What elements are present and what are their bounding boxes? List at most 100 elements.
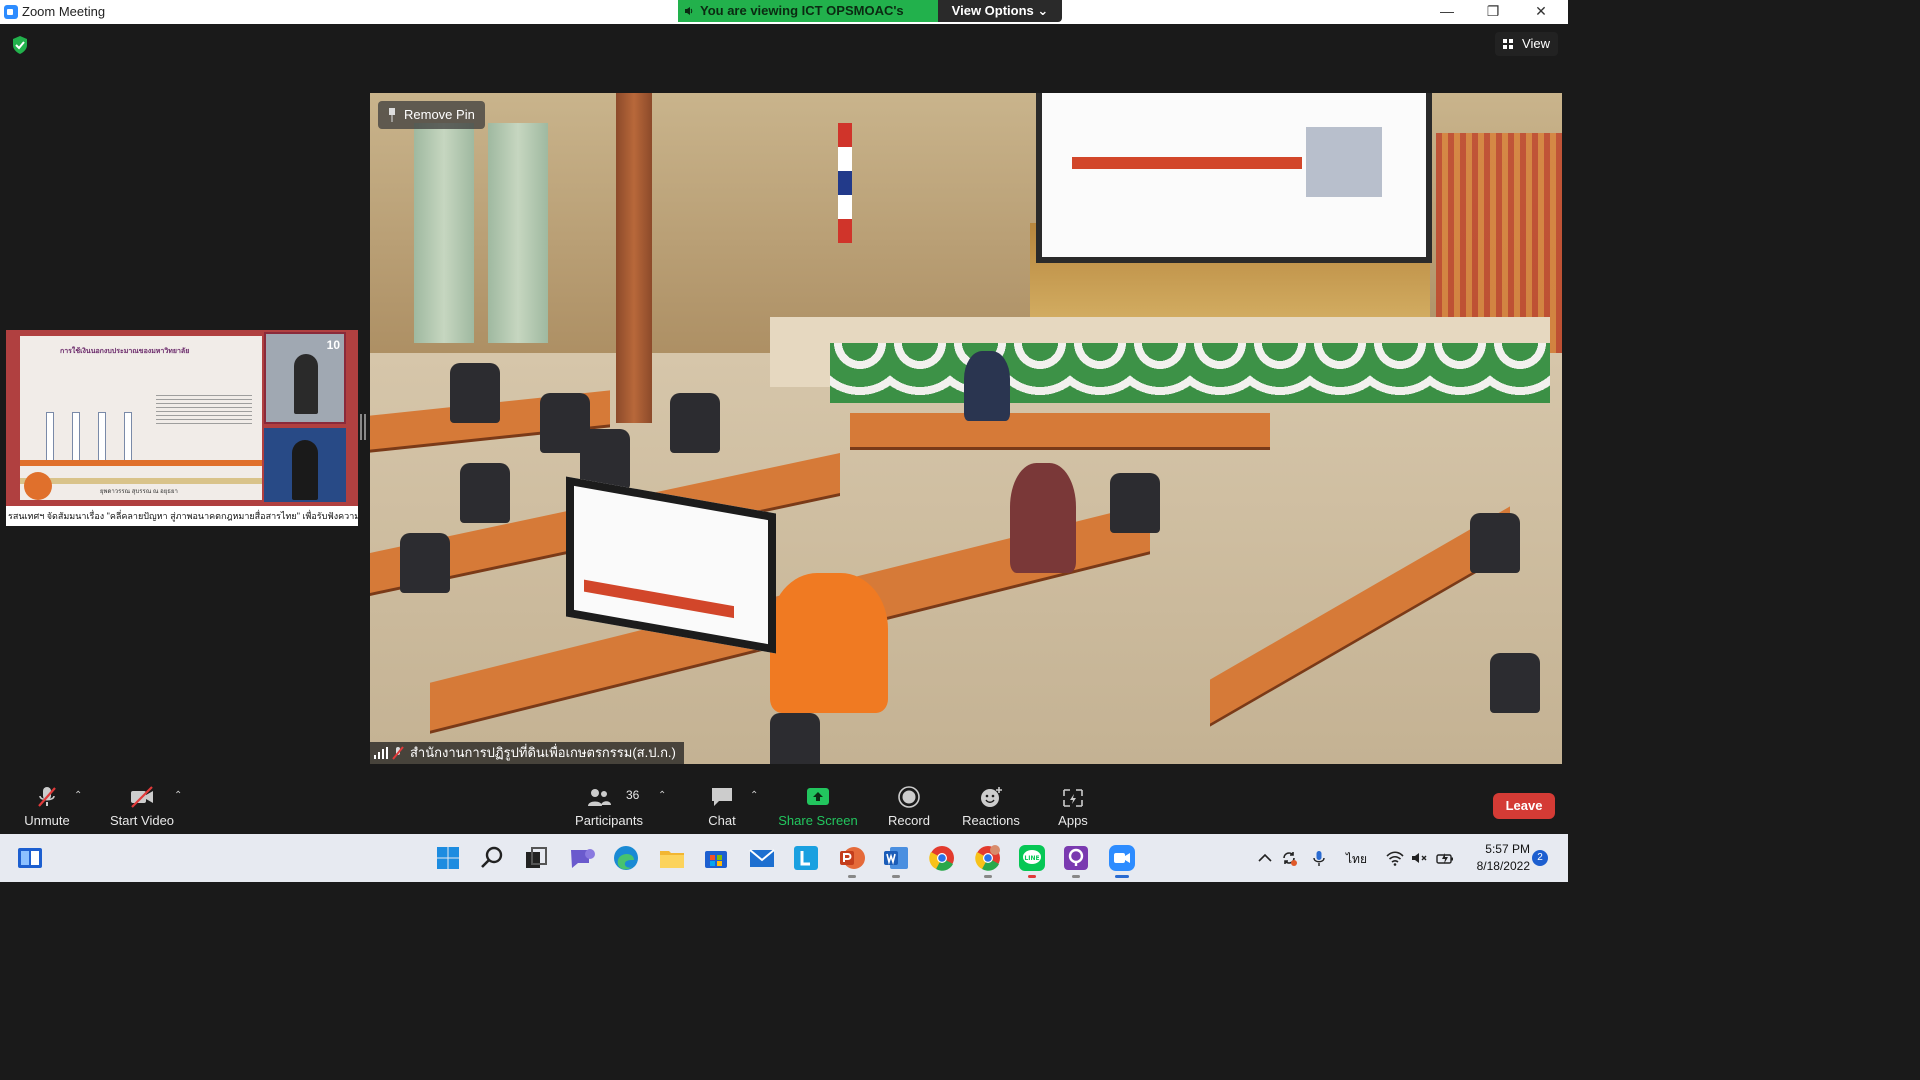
pinned-video[interactable]: Remove Pin สำนักงานการปฏิรูปที่ดินเพื่อเ… <box>370 93 1562 764</box>
chat-icon <box>712 788 732 806</box>
projection-screen <box>1036 93 1432 263</box>
speaker-camera: 10 <box>264 332 346 424</box>
view-options-button[interactable]: View Options ⌄ <box>938 0 1062 22</box>
pin-icon <box>389 108 395 122</box>
widgets-icon[interactable] <box>14 842 46 874</box>
share-screen-icon <box>807 788 829 805</box>
slide-text-block <box>156 392 252 426</box>
chrome-icon[interactable] <box>926 842 958 874</box>
word-icon[interactable] <box>880 842 912 878</box>
zoom-app-icon <box>4 5 18 19</box>
person-orange-shirt <box>770 573 888 713</box>
teams-chat-icon[interactable] <box>566 842 598 874</box>
security-shield-icon[interactable] <box>12 36 28 54</box>
monitor-red-bar <box>584 579 734 619</box>
record-button[interactable]: Record <box>880 778 938 834</box>
restore-icon[interactable]: ❐ <box>1470 0 1516 24</box>
reactions-icon <box>981 787 1002 807</box>
share-screen-label: Share Screen <box>778 813 858 828</box>
clock-time: 5:57 PM <box>1485 842 1530 856</box>
projection-red-bar <box>1072 157 1302 169</box>
office-chair <box>450 363 500 423</box>
chat-options-caret[interactable]: ⌃ <box>750 790 760 801</box>
video-options-caret[interactable]: ⌃ <box>174 790 184 801</box>
wifi-icon[interactable] <box>1386 849 1404 867</box>
microphone-icon[interactable] <box>1310 849 1328 867</box>
audio-options-caret[interactable]: ⌃ <box>74 790 84 801</box>
office-chair <box>770 713 820 764</box>
sign-language-camera <box>264 428 346 502</box>
microphone-muted-icon <box>38 787 56 807</box>
reactions-button[interactable]: Reactions <box>958 778 1024 834</box>
video-off-icon <box>131 786 153 808</box>
participant-name: สำนักงานการปฏิรูปที่ดินเพื่อเกษตรกรรม(ส.… <box>410 745 676 760</box>
start-video-button[interactable]: Start Video <box>104 778 180 834</box>
leave-button[interactable]: Leave <box>1493 793 1555 819</box>
volume-muted-icon[interactable] <box>1410 849 1428 867</box>
chevron-up-icon[interactable] <box>1256 849 1274 867</box>
search-icon[interactable] <box>476 842 508 874</box>
microsoft-store-icon[interactable] <box>700 842 732 874</box>
office-chair <box>400 533 450 593</box>
view-button[interactable]: View <box>1495 32 1558 56</box>
person-dark-suit <box>964 351 1010 421</box>
unmute-button[interactable]: Unmute <box>14 778 80 834</box>
clock-date: 8/18/2022 <box>1476 859 1530 873</box>
edge-browser-icon[interactable] <box>610 842 642 874</box>
view-options-label: View Options <box>951 3 1034 18</box>
file-explorer-icon[interactable] <box>656 842 688 874</box>
share-screen-button[interactable]: Share Screen <box>776 778 860 834</box>
speaker-icon <box>685 7 693 15</box>
slide-bar <box>124 412 132 462</box>
green-white-garland <box>830 343 1550 403</box>
window-curtain <box>414 123 474 343</box>
meeting-area: View การใช้เงินนอกงบประมาณของมหาวิทยาลัย… <box>0 24 1568 778</box>
chat-label: Chat <box>708 813 736 828</box>
powerpoint-icon[interactable] <box>836 842 868 878</box>
participants-button[interactable]: 36 Participants <box>570 778 648 834</box>
participants-icon <box>588 789 611 806</box>
participants-label: Participants <box>575 813 643 828</box>
running-indicator <box>892 875 900 878</box>
notification-badge[interactable]: 2 <box>1532 850 1548 866</box>
speaker-caption: ยุพดาวรรณ สุบรรณ ณ อยุธยา <box>100 489 178 495</box>
input-language[interactable]: ไทย <box>1346 850 1367 869</box>
office-chair <box>1470 513 1520 573</box>
participants-options-caret[interactable]: ⌃ <box>658 790 668 801</box>
thai-flag <box>838 123 852 243</box>
svg-text:LINE: LINE <box>1024 855 1039 862</box>
panel-resize-handle[interactable] <box>360 414 366 440</box>
line-works-icon[interactable] <box>790 842 822 874</box>
channel-badge: 10 <box>326 338 340 352</box>
minimize-icon[interactable]: — <box>1424 0 1470 24</box>
record-label: Record <box>888 813 930 828</box>
sync-icon[interactable] <box>1280 849 1298 867</box>
pdf-app-icon[interactable] <box>1060 842 1092 878</box>
apps-label: Apps <box>1058 813 1088 828</box>
apps-button[interactable]: Apps <box>1050 778 1096 834</box>
remove-pin-button[interactable]: Remove Pin <box>378 101 485 129</box>
title-bar: Zoom Meeting You are viewing ICT OPSMOAC… <box>0 0 1568 40</box>
chat-button[interactable]: Chat <box>696 778 748 834</box>
office-chair <box>460 463 510 523</box>
meeting-toolbar: Unmute ⌃ Start Video ⌃ 36 Participants ⌃… <box>0 778 1568 834</box>
projection-inset <box>1306 127 1382 197</box>
close-icon[interactable]: ✕ <box>1518 0 1564 24</box>
slide-orange-stripe <box>20 460 262 466</box>
running-indicator <box>1072 875 1080 878</box>
windows-start-icon[interactable] <box>432 842 464 874</box>
battery-charging-icon[interactable] <box>1436 849 1454 867</box>
system-clock[interactable]: 5:57 PM 8/18/2022 <box>1466 841 1530 875</box>
task-view-icon[interactable] <box>520 842 552 874</box>
zoom-taskbar-icon[interactable] <box>1106 842 1138 878</box>
shared-screen-thumbnail[interactable]: การใช้เงินนอกงบประมาณของมหาวิทยาลัย ยุพด… <box>6 330 358 526</box>
chevron-down-icon: ⌄ <box>1037 3 1049 18</box>
line-app-icon[interactable]: LINE <box>1016 842 1048 878</box>
view-label: View <box>1522 36 1550 51</box>
chrome-profile-icon[interactable] <box>972 842 1004 878</box>
apps-icon <box>1063 789 1083 807</box>
office-chair <box>1110 473 1160 533</box>
mail-icon[interactable] <box>746 842 778 874</box>
running-indicator <box>848 875 856 878</box>
participant-name-tag: สำนักงานการปฏิรูปที่ดินเพื่อเกษตรกรรม(ส.… <box>370 742 684 764</box>
